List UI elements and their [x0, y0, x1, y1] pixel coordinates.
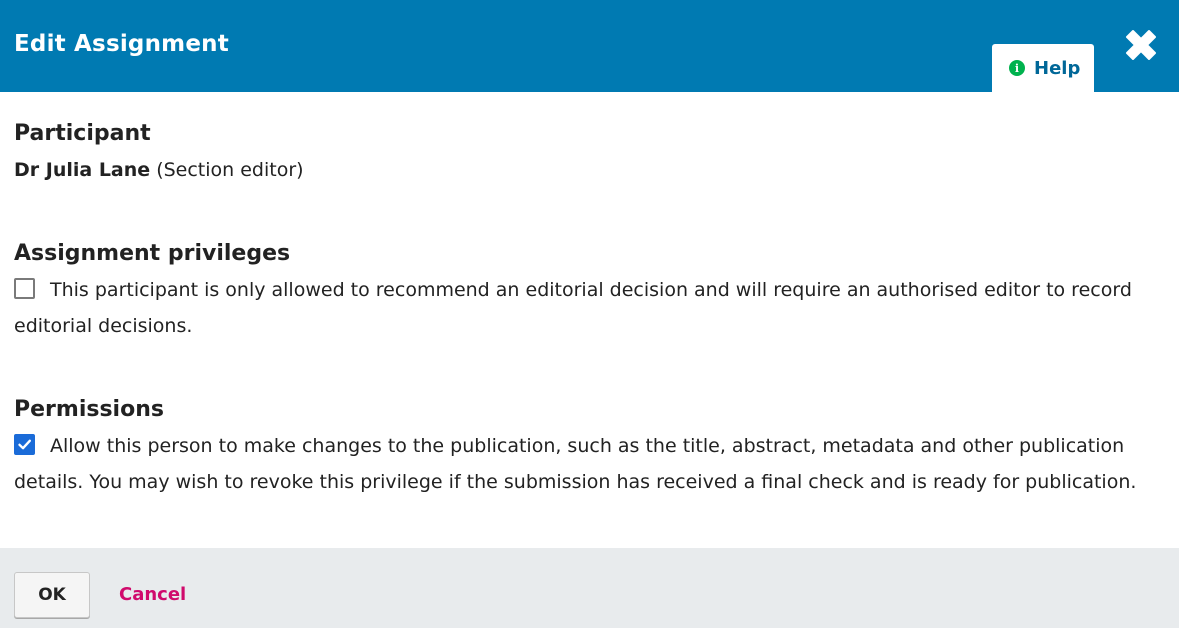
close-icon[interactable] — [1118, 22, 1164, 68]
ok-button[interactable]: OK — [14, 572, 90, 618]
modal-title: Edit Assignment — [14, 31, 229, 57]
edit-assignment-modal: Edit Assignment i Help Participant Dr Ju… — [0, 0, 1179, 628]
cancel-link[interactable]: Cancel — [119, 584, 186, 605]
participant-role: (Section editor) — [156, 159, 304, 181]
help-label: Help — [1034, 57, 1081, 79]
checkmark-icon — [18, 439, 31, 450]
participant-heading: Participant — [14, 121, 151, 146]
modal-header: Edit Assignment i Help — [0, 0, 1179, 92]
help-button[interactable]: i Help — [992, 44, 1094, 92]
recommend-only-option: This participant is only allowed to reco… — [14, 272, 1174, 344]
info-circle-icon: i — [1009, 60, 1025, 76]
can-change-metadata-label: Allow this person to make changes to the… — [14, 435, 1137, 493]
permissions-heading: Permissions — [14, 397, 164, 422]
participant-info: Dr Julia Lane (Section editor) — [14, 156, 304, 184]
modal-footer: OK Cancel — [0, 548, 1179, 628]
assignment-privileges-heading: Assignment privileges — [14, 241, 291, 266]
can-change-metadata-checkbox[interactable] — [14, 434, 35, 455]
can-change-metadata-option: Allow this person to make changes to the… — [14, 428, 1174, 500]
recommend-only-label: This participant is only allowed to reco… — [14, 279, 1132, 337]
recommend-only-checkbox[interactable] — [14, 278, 35, 299]
participant-name: Dr Julia Lane — [14, 159, 151, 181]
